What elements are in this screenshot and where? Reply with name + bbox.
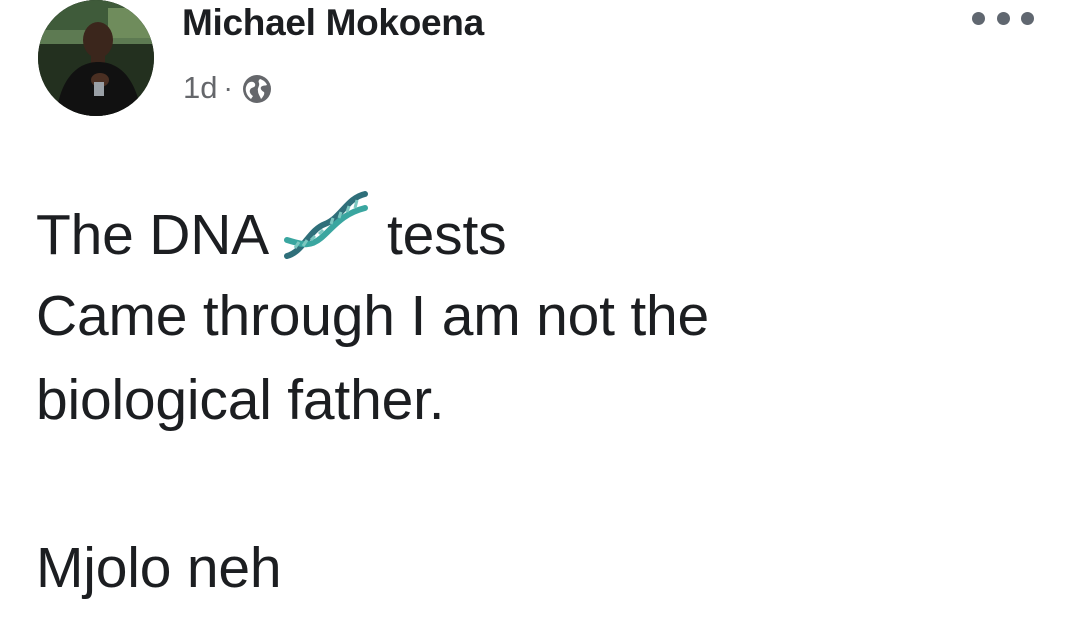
meta-separator: · [223,72,233,103]
author-name[interactable]: Michael Mokoena [182,2,484,44]
more-options-dot [1021,11,1034,25]
post-line-5: Mjolo neh [36,536,282,600]
facebook-post: Michael Mokoena 1d · The DNA tests Came … [0,0,1080,630]
more-options-button[interactable] [972,4,1034,32]
globe-icon[interactable] [241,73,273,105]
post-line-1: The DNA tests [36,190,1046,274]
post-meta: 1d · [183,68,273,108]
more-options-dot [996,11,1010,25]
post-body: The DNA tests Came through I am not the … [36,190,1046,610]
post-text-segment: The DNA [36,203,270,267]
post-line-2: Came through I am not the [36,284,710,348]
post-line-3: biological father. [36,368,445,432]
post-text-segment: tests [387,203,507,267]
author-avatar[interactable] [38,0,154,116]
post-timestamp[interactable]: 1d [183,70,217,106]
dna-emoji-icon [281,190,369,262]
profile-photo [38,0,154,116]
more-options-dot [972,11,985,25]
